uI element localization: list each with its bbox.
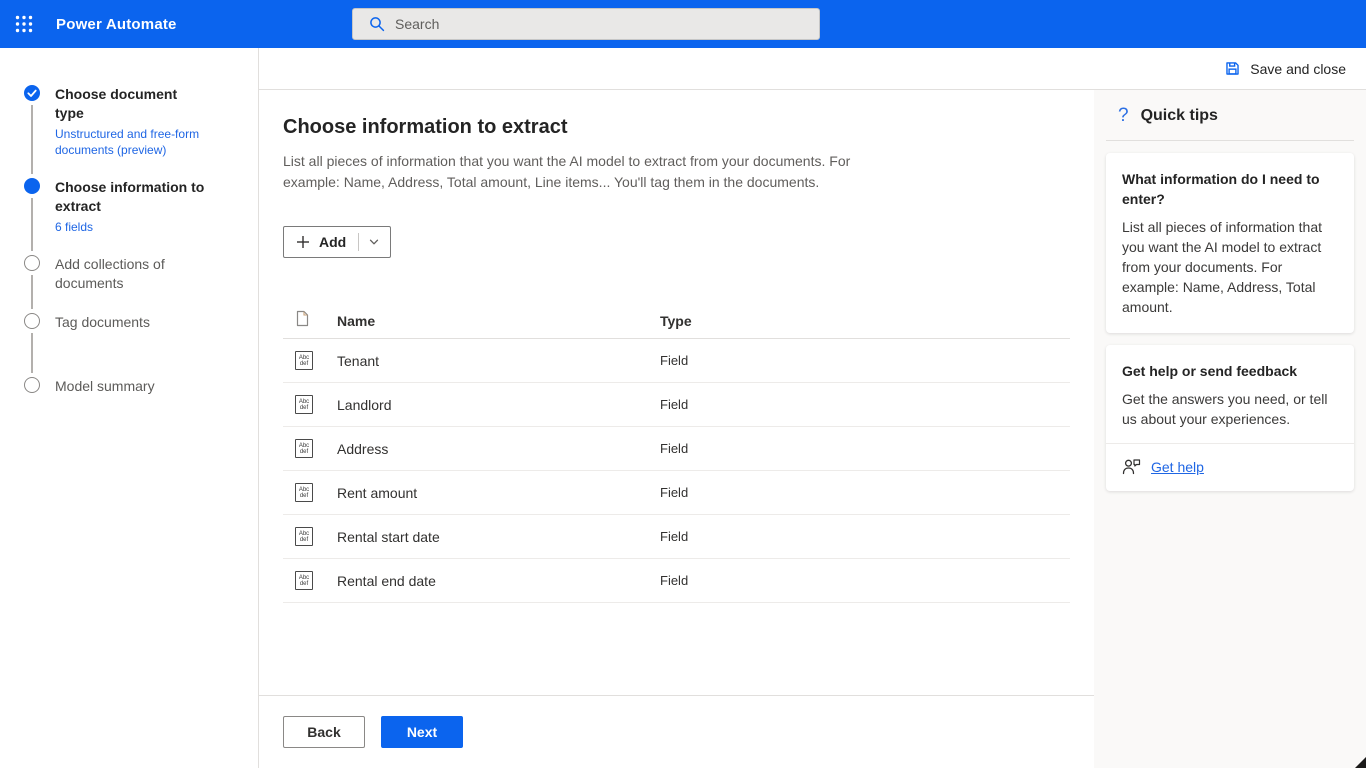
step-rail (24, 313, 40, 377)
tip-card-body: List all pieces of information that you … (1122, 217, 1338, 317)
step-pending-dot-icon (24, 313, 40, 329)
table-row-landlord[interactable]: Abcdef Landlord Field (283, 383, 1070, 427)
command-bar: Save and close (259, 48, 1366, 90)
step-label[interactable]: Model summary (55, 377, 207, 396)
quick-tips-panel: ? Quick tips What information do I need … (1094, 90, 1366, 768)
field-type: Field (660, 485, 1070, 500)
page-description: List all pieces of information that you … (283, 151, 869, 193)
step-rail (24, 255, 40, 313)
waffle-icon (15, 15, 33, 33)
field-name[interactable]: Address (337, 441, 660, 457)
tip-card-get-help: Get help or send feedback Get the answer… (1106, 345, 1354, 491)
search-box[interactable] (352, 8, 820, 40)
search-input[interactable] (395, 16, 775, 32)
field-name[interactable]: Landlord (337, 397, 660, 413)
page-title: Choose information to extract (283, 116, 1070, 139)
field-type: Field (660, 529, 1070, 544)
step-choose-information[interactable]: Choose information to extract 6 fields (0, 178, 258, 255)
search-icon (369, 16, 385, 32)
wizard-steps-sidebar: Choose document type Unstructured and fr… (0, 48, 259, 768)
table-row-tenant[interactable]: Abcdef Tenant Field (283, 339, 1070, 383)
text-field-type-icon: Abcdef (295, 395, 313, 414)
step-label[interactable]: Tag documents (55, 313, 207, 332)
step-complete-check-icon (24, 85, 40, 101)
save-icon (1224, 60, 1241, 77)
get-help-link[interactable]: Get help (1151, 459, 1204, 475)
step-pending-dot-icon (24, 255, 40, 271)
text-field-type-icon: Abcdef (295, 351, 313, 370)
step-label[interactable]: Choose information to extract (55, 178, 207, 216)
field-type: Field (660, 353, 1070, 368)
step-connector (31, 105, 33, 174)
table-row-rent-amount[interactable]: Abcdef Rent amount Field (283, 471, 1070, 515)
mouse-cursor (1355, 757, 1366, 768)
step-connector (31, 275, 33, 309)
table-row-address[interactable]: Abcdef Address Field (283, 427, 1070, 471)
field-type: Field (660, 441, 1070, 456)
chevron-down-icon[interactable] (368, 236, 380, 248)
next-button[interactable]: Next (381, 716, 463, 748)
step-sublink[interactable]: Unstructured and free-form documents (pr… (55, 126, 207, 158)
step-sublink[interactable]: 6 fields (55, 219, 207, 235)
button-divider (358, 233, 359, 251)
field-type: Field (660, 573, 1070, 588)
plus-icon (296, 235, 310, 249)
text-field-type-icon: Abcdef (295, 527, 313, 546)
field-name[interactable]: Rent amount (337, 485, 660, 501)
text-field-type-icon: Abcdef (295, 483, 313, 502)
field-name[interactable]: Rental end date (337, 573, 660, 589)
main-panel: Choose information to extract List all p… (259, 90, 1094, 768)
save-and-close-button[interactable]: Save and close (1216, 54, 1354, 83)
app-launcher-waffle-icon[interactable] (0, 0, 48, 48)
tip-card-information: What information do I need to enter? Lis… (1106, 153, 1354, 333)
field-name[interactable]: Tenant (337, 353, 660, 369)
step-rail (24, 377, 40, 416)
field-type: Field (660, 397, 1070, 412)
top-app-bar: Power Automate (0, 0, 1366, 48)
column-header-name[interactable]: Name (337, 313, 660, 329)
fields-table: Name Type Abcdef Tenant Field Abcdef (283, 303, 1070, 603)
column-header-type[interactable]: Type (660, 313, 1070, 329)
step-label[interactable]: Add collections of documents (55, 255, 207, 293)
help-question-icon: ? (1118, 106, 1129, 126)
save-and-close-label: Save and close (1250, 61, 1346, 77)
tip-card-title: What information do I need to enter? (1122, 169, 1338, 209)
step-active-dot-icon (24, 178, 40, 194)
table-header-row: Name Type (283, 303, 1070, 339)
step-connector (31, 333, 33, 373)
step-choose-document-type[interactable]: Choose document type Unstructured and fr… (0, 85, 258, 178)
table-row-rental-end-date[interactable]: Abcdef Rental end date Field (283, 559, 1070, 603)
step-tag-documents[interactable]: Tag documents (0, 313, 258, 377)
step-add-collections[interactable]: Add collections of documents (0, 255, 258, 313)
wizard-footer: Back Next (259, 695, 1094, 768)
quick-tips-title: Quick tips (1141, 107, 1218, 125)
step-label[interactable]: Choose document type (55, 85, 207, 123)
divider (1106, 140, 1354, 141)
field-name[interactable]: Rental start date (337, 529, 660, 545)
text-field-type-icon: Abcdef (295, 439, 313, 458)
tip-card-title: Get help or send feedback (1122, 361, 1338, 381)
quick-tips-header: ? Quick tips (1106, 90, 1354, 140)
text-field-type-icon: Abcdef (295, 571, 313, 590)
back-button[interactable]: Back (283, 716, 365, 748)
document-icon (295, 310, 310, 327)
add-field-split-button[interactable]: Add (283, 226, 391, 258)
tip-card-body: Get the answers you need, or tell us abo… (1122, 389, 1338, 429)
step-connector (31, 198, 33, 251)
step-rail (24, 178, 40, 255)
step-model-summary[interactable]: Model summary (0, 377, 258, 416)
feedback-person-icon (1122, 458, 1141, 475)
app-title[interactable]: Power Automate (56, 16, 177, 33)
step-rail (24, 85, 40, 178)
table-row-rental-start-date[interactable]: Abcdef Rental start date Field (283, 515, 1070, 559)
step-pending-dot-icon (24, 377, 40, 393)
add-button-label: Add (319, 234, 346, 250)
